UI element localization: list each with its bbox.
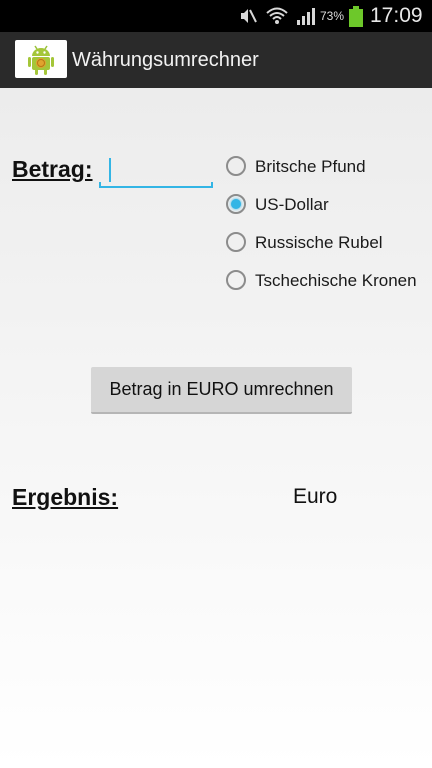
battery-percent: 73%: [320, 9, 345, 23]
radio-button-checked-icon[interactable]: [226, 194, 246, 214]
radio-label[interactable]: US-Dollar: [255, 195, 329, 215]
result-value: Euro: [293, 485, 338, 508]
status-bar: 73% 17:09: [0, 0, 432, 32]
radio-label[interactable]: Tschechische Kronen: [255, 271, 417, 291]
battery-icon: [348, 6, 364, 33]
android-icon: [15, 40, 67, 78]
radio-label[interactable]: Russische Rubel: [255, 233, 383, 253]
radio-label[interactable]: Britsche Pfund: [255, 157, 366, 177]
amount-field-edge-left: [99, 182, 101, 188]
convert-button[interactable]: Betrag in EURO umrechnen: [91, 367, 352, 414]
app-title: Währungsumrechner: [72, 49, 259, 71]
radio-button-icon[interactable]: [226, 270, 246, 290]
radio-dot: [231, 199, 241, 209]
result-label: Ergebnis:: [12, 484, 119, 510]
radio-button-icon[interactable]: [226, 232, 246, 252]
amount-field-edge-right: [211, 182, 213, 188]
radio-button-icon[interactable]: [226, 156, 246, 176]
amount-label: Betrag:: [12, 156, 93, 182]
action-bar: Währungsumrechner: [0, 32, 432, 88]
signal-icon: [296, 6, 318, 31]
mute-icon: [238, 6, 258, 31]
radio-czech-koruna[interactable]: Tschechische Kronen: [224, 268, 432, 306]
radio-us-dollar[interactable]: US-Dollar: [224, 192, 432, 230]
amount-input[interactable]: [113, 156, 209, 184]
wifi-icon: [266, 6, 288, 31]
main-content: Betrag: Britsche Pfund US-Dollar Russisc…: [0, 88, 432, 768]
text-cursor: [109, 158, 111, 182]
amount-field[interactable]: [99, 154, 213, 188]
radio-british-pound[interactable]: Britsche Pfund: [224, 154, 432, 192]
currency-radio-group: Britsche Pfund US-Dollar Russische Rubel…: [224, 154, 432, 306]
radio-russian-ruble[interactable]: Russische Rubel: [224, 230, 432, 268]
amount-field-underline: [99, 186, 213, 188]
clock: 17:09: [370, 4, 423, 27]
